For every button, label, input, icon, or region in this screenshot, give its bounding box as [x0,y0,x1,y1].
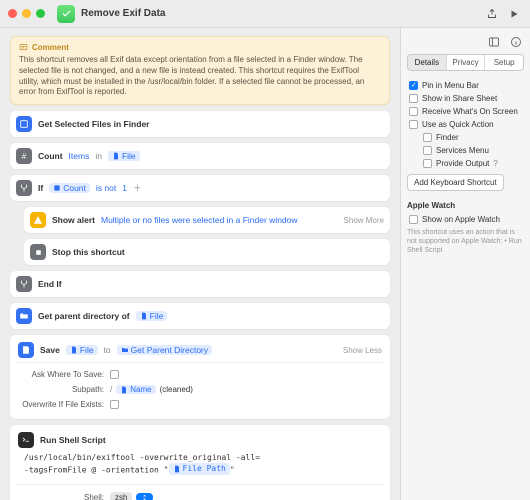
label-overwrite: Overwrite If File Exists: [18,400,104,409]
action-label: Save [40,345,60,355]
shell-script-body[interactable]: /usr/local/bin/exiftool -overwrite_origi… [18,448,382,480]
save-icon [18,342,34,358]
label-quick: Use as Quick Action [422,120,494,129]
inspector-tabs[interactable]: Details Privacy Setup [407,54,524,71]
action-get-parent-dir[interactable]: Get parent directory of File [10,303,390,329]
terminal-icon [18,432,34,448]
show-on-watch-check[interactable] [409,215,418,224]
token-file-path[interactable]: File Path [169,463,230,474]
condition[interactable]: is not [96,183,116,193]
label-provide: Provide Output [436,159,489,168]
inspector-sidebar: Details Privacy Setup Pin in Menu Bar Sh… [400,28,530,500]
action-label: Count [38,151,63,161]
action-if[interactable]: If Count is not 1 ＋ [10,175,390,201]
tab-privacy[interactable]: Privacy [447,55,486,70]
action-end-if[interactable]: End If [10,271,390,297]
branch-icon [16,180,32,196]
token-count[interactable]: Count [49,183,90,193]
comment-block[interactable]: Comment This shortcut removes all Exif d… [10,36,390,105]
shell-chevron-icon[interactable] [136,493,153,500]
share-icon[interactable] [484,6,500,22]
label-pin: Pin in Menu Bar [422,81,479,90]
shortcut-app-icon [57,5,75,23]
value[interactable]: 1 [122,183,127,193]
add-icon[interactable]: ＋ [133,182,142,194]
run-icon[interactable] [506,6,522,22]
label-finder: Finder [436,133,459,142]
traffic-lights[interactable] [8,9,45,18]
token-file[interactable]: File [108,151,140,161]
services-check[interactable] [423,146,432,155]
count-icon: # [16,148,32,164]
action-label: Get Selected Files in Finder [38,119,149,129]
token-file[interactable]: File [136,311,168,321]
alert-message[interactable]: Multiple or no files were selected in a … [101,215,298,225]
comment-heading: Comment [32,43,69,52]
provide-output-check[interactable] [423,159,432,168]
share-sheet-check[interactable] [409,94,418,103]
label-in: in [95,151,102,161]
help-icon[interactable]: ? [493,159,497,168]
token-parent-dir[interactable]: Get Parent Directory [117,345,212,355]
sidebar-toggle-icon[interactable] [486,34,502,50]
action-save-file[interactable]: Save File to Get Parent Directory Show L… [10,335,390,419]
ask-where-toggle[interactable] [110,370,119,379]
show-less[interactable]: Show Less [343,346,382,355]
close-icon[interactable] [8,9,17,18]
main-editor: Comment This shortcut removes all Exif d… [0,28,400,500]
action-show-alert[interactable]: Show alert Multiple or no files were sel… [24,207,390,233]
apple-watch-heading: Apple Watch [407,201,524,210]
label-watch: Show on Apple Watch [422,215,500,224]
finder-check[interactable] [423,133,432,142]
label-ask-where: Ask Where To Save: [18,370,104,379]
label-shell: Shell: [18,493,104,500]
action-label: Show alert [52,215,95,225]
finder-icon [16,116,32,132]
quick-action-check[interactable] [409,120,418,129]
action-count[interactable]: # Count Items in File [10,143,390,169]
stop-icon [30,244,46,260]
subpath-suffix[interactable]: (cleaned) [160,385,193,394]
token-name[interactable]: Name [116,385,155,394]
action-label: Stop this shortcut [52,247,125,257]
token-file[interactable]: File [66,345,98,355]
label-share: Show in Share Sheet [422,94,497,103]
overwrite-toggle[interactable] [110,400,119,409]
action-label: End If [38,279,62,289]
zoom-icon[interactable] [36,9,45,18]
add-keyboard-shortcut-button[interactable]: Add Keyboard Shortcut [407,174,504,191]
folder-icon [16,308,32,324]
action-label: Get parent directory of [38,311,130,321]
action-run-shell-script[interactable]: Run Shell Script /usr/local/bin/exiftool… [10,425,390,500]
label-to: to [104,345,111,355]
titlebar: Remove Exif Data [0,0,530,28]
show-more[interactable]: Show More [344,216,384,225]
action-stop[interactable]: Stop this shortcut [24,239,390,265]
pin-menu-bar-check[interactable] [409,81,418,90]
comment-text: This shortcut removes all Exif data exce… [19,55,381,98]
receive-screen-check[interactable] [409,107,418,116]
label-services: Services Menu [436,146,489,155]
token-items[interactable]: Items [69,151,90,161]
watch-note: This shortcut uses an action that is not… [407,228,524,255]
action-label: If [38,183,43,193]
action-label: Run Shell Script [40,435,106,445]
tab-setup[interactable]: Setup [485,55,523,70]
label-receive: Receive What's On Screen [422,107,518,116]
action-get-selected-files[interactable]: Get Selected Files in Finder [10,111,390,137]
window-title: Remove Exif Data [81,8,165,19]
shell-select[interactable]: zsh [110,492,132,500]
minimize-icon[interactable] [22,9,31,18]
label-subpath: Subpath: [18,385,104,394]
branch-icon [16,276,32,292]
alert-icon [30,212,46,228]
tab-details[interactable]: Details [408,55,447,70]
info-icon[interactable] [508,34,524,50]
